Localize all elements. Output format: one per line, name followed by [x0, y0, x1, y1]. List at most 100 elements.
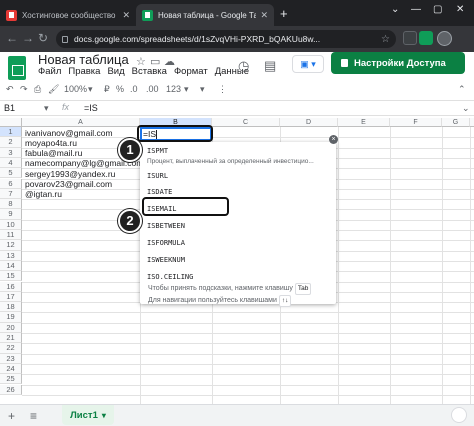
column-header-g[interactable]: G — [442, 118, 470, 127]
browser-tab-sheets[interactable]: Новая таблица - Google Таблицы ✕ — [136, 4, 274, 26]
share-button[interactable]: Настройки Доступа — [331, 52, 465, 74]
menu-view[interactable]: Вид — [107, 66, 124, 77]
row-header-3[interactable]: 3 — [0, 147, 22, 158]
row-header-10[interactable]: 10 — [0, 219, 22, 230]
extension-icon[interactable] — [403, 31, 417, 45]
row-header-22[interactable]: 22 — [0, 343, 22, 354]
row-header-26[interactable]: 26 — [0, 384, 22, 395]
close-window-icon[interactable]: ✕ — [456, 4, 464, 15]
redo-icon[interactable]: ↷ — [20, 84, 28, 95]
close-tab-icon[interactable]: ✕ — [122, 10, 130, 21]
row-header-25[interactable]: 25 — [0, 374, 22, 385]
suggestion-iso-ceiling[interactable]: ISO.CEILING — [147, 273, 193, 281]
row-header-9[interactable]: 9 — [0, 209, 22, 220]
row-header-8[interactable]: 8 — [0, 199, 22, 210]
minimize-icon[interactable]: — — [411, 4, 421, 15]
browser-tab-hosting[interactable]: Хостинговое сообщество «Time» ✕ — [0, 4, 136, 26]
history-icon[interactable]: ◷ — [238, 58, 249, 74]
suggestion-isweeknum[interactable]: ISWEEKNUM — [147, 256, 185, 264]
doc-title[interactable]: Новая таблица — [38, 52, 129, 67]
suggestion-isformula[interactable]: ISFORMULA — [147, 239, 185, 247]
cell-a6[interactable]: povarov23@gmail.com — [25, 179, 112, 189]
comment-icon[interactable]: ▤ — [264, 58, 276, 74]
spreadsheet-grid[interactable]: ABCDEFGH 1234567891011121314151617181920… — [0, 118, 474, 404]
column-header-f[interactable]: F — [390, 118, 442, 127]
address-bar[interactable]: docs.google.com/spreadsheets/d/1sZvqVHi-… — [56, 30, 396, 48]
sheet-tab-chevron-icon[interactable]: ▾ — [102, 411, 106, 420]
menu-insert[interactable]: Вставка — [132, 66, 167, 77]
row-header-21[interactable]: 21 — [0, 333, 22, 344]
row-header-4[interactable]: 4 — [0, 157, 22, 169]
row-header-24[interactable]: 24 — [0, 363, 22, 375]
menu-file[interactable]: Файл — [38, 66, 61, 77]
number-format-button[interactable]: 123 — [166, 84, 181, 94]
increase-decimals-button[interactable]: .00 — [146, 84, 159, 94]
cell-a5[interactable]: sergey1993@yandex.ru — [25, 169, 115, 179]
row-header-5[interactable]: 5 — [0, 168, 22, 179]
add-sheet-icon[interactable]: + — [8, 409, 15, 423]
row-header-14[interactable]: 14 — [0, 260, 22, 272]
formula-input[interactable]: =IS — [84, 103, 98, 113]
cell-a1[interactable]: ivanivanov@gmail.com — [25, 128, 113, 138]
extension-green-icon[interactable] — [419, 31, 433, 45]
name-box[interactable]: B1 — [4, 103, 15, 113]
paint-format-icon[interactable]: 🖌 — [48, 84, 59, 95]
row-header-23[interactable]: 23 — [0, 353, 22, 364]
row-header-6[interactable]: 6 — [0, 178, 22, 189]
column-header-a[interactable]: A — [22, 118, 140, 127]
more-icon[interactable]: ⋮ — [218, 84, 227, 95]
expand-formula-icon[interactable]: ⌄ — [462, 103, 470, 114]
suggestion-ispmt[interactable]: ISPMT — [147, 147, 168, 155]
currency-button[interactable]: ₽ — [104, 84, 110, 95]
row-header-15[interactable]: 15 — [0, 271, 22, 282]
suggestion-isbetween[interactable]: ISBETWEEN — [147, 222, 185, 230]
cell-a3[interactable]: fabula@mail.ru — [25, 148, 82, 158]
menu-edit[interactable]: Правка — [68, 66, 100, 77]
column-header-e[interactable]: E — [338, 118, 390, 127]
row-header-18[interactable]: 18 — [0, 302, 22, 313]
font-menu-chevron-icon[interactable]: ▾ — [200, 84, 205, 95]
reload-icon[interactable]: ↻ — [38, 31, 48, 45]
close-tab-icon[interactable]: ✕ — [260, 10, 268, 21]
bookmark-star-icon[interactable]: ☆ — [381, 34, 390, 45]
close-suggestions-icon[interactable]: × — [329, 135, 338, 144]
row-header-2[interactable]: 2 — [0, 137, 22, 148]
row-header-7[interactable]: 7 — [0, 188, 22, 200]
profile-avatar[interactable] — [437, 31, 452, 46]
cell-a2[interactable]: moyapo4ta.ru — [25, 138, 77, 148]
menu-format[interactable]: Формат — [174, 66, 208, 77]
select-all-corner[interactable] — [0, 118, 22, 127]
collapse-toolbar-icon[interactable]: ⌃ — [458, 84, 466, 95]
tab-search-icon[interactable]: ⌄ — [391, 4, 399, 15]
suggestion-isdate[interactable]: ISDATE — [147, 188, 172, 196]
explore-icon[interactable] — [451, 407, 467, 423]
column-header-c[interactable]: C — [212, 118, 280, 127]
row-header-20[interactable]: 20 — [0, 322, 22, 333]
row-header-13[interactable]: 13 — [0, 250, 22, 261]
number-format-chevron-icon[interactable]: ▾ — [184, 84, 189, 95]
back-icon[interactable]: ← — [6, 31, 18, 45]
cell-a7[interactable]: @igtan.ru — [25, 189, 62, 199]
percent-button[interactable]: % — [116, 84, 124, 94]
print-icon[interactable]: ⎙ — [34, 84, 41, 95]
all-sheets-icon[interactable]: ≡ — [30, 409, 37, 423]
row-header-16[interactable]: 16 — [0, 281, 22, 292]
zoom-chevron-icon[interactable]: ▾ — [88, 84, 93, 95]
new-tab-icon[interactable]: + — [280, 6, 288, 21]
name-box-chevron-icon[interactable]: ▾ — [44, 103, 49, 114]
zoom-select[interactable]: 100% — [64, 84, 87, 94]
column-header-d[interactable]: D — [280, 118, 338, 127]
forward-icon[interactable]: → — [22, 31, 34, 45]
row-header-11[interactable]: 11 — [0, 230, 22, 241]
sheets-logo-icon[interactable] — [8, 56, 26, 80]
sheet-tab-list1[interactable]: Лист1 ▾ — [62, 405, 114, 425]
undo-icon[interactable]: ↶ — [6, 84, 14, 95]
row-header-19[interactable]: 19 — [0, 312, 22, 323]
row-header-12[interactable]: 12 — [0, 240, 22, 251]
suggestion-isurl[interactable]: ISURL — [147, 172, 168, 180]
row-header-1[interactable]: 1 — [0, 127, 22, 138]
maximize-icon[interactable]: ▢ — [433, 4, 442, 15]
decrease-decimals-button[interactable]: .0 — [130, 84, 138, 94]
meet-present-button[interactable]: ▣ ▾ — [292, 55, 324, 73]
row-header-17[interactable]: 17 — [0, 291, 22, 303]
